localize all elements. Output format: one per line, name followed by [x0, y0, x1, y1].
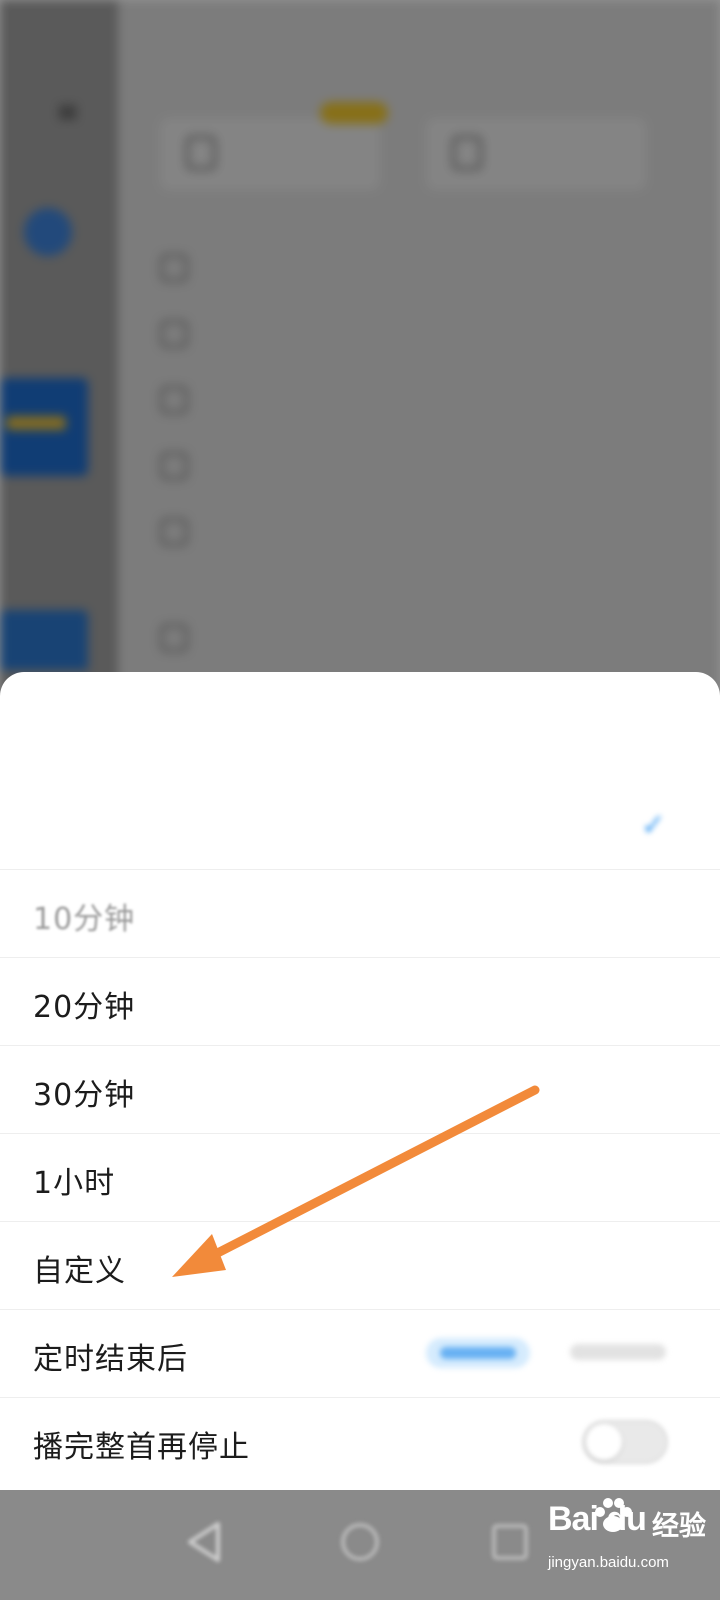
timer-option-custom[interactable]: 自定义: [0, 1222, 720, 1310]
timer-option-20min[interactable]: 20分钟: [0, 958, 720, 1046]
timer-option-10min[interactable]: 10分钟: [0, 870, 720, 958]
sheet-header: [0, 672, 720, 792]
finish-song-label: 播完整首再停止: [33, 1430, 250, 1465]
watermark-product: 经验: [652, 1511, 706, 1542]
after-timer-choice[interactable]: [570, 1344, 666, 1360]
watermark-url: jingyan.baidu.com: [548, 1554, 669, 1571]
timer-option-off[interactable]: ✓: [0, 782, 720, 870]
after-timer-label: 定时结束后: [33, 1342, 188, 1377]
finish-song-toggle[interactable]: [582, 1420, 668, 1464]
timer-option-1h[interactable]: 1小时: [0, 1134, 720, 1222]
nav-recent-icon[interactable]: [480, 1512, 540, 1572]
option-label: 30分钟: [33, 1078, 136, 1113]
option-label: 1小时: [33, 1166, 116, 1201]
option-label: 20分钟: [33, 990, 136, 1025]
option-label: 自定义: [33, 1254, 126, 1289]
check-icon: ✓: [640, 808, 666, 843]
after-timer-choice-selected[interactable]: [426, 1338, 530, 1368]
nav-back-icon[interactable]: [176, 1512, 236, 1572]
nav-home-icon[interactable]: [330, 1512, 390, 1572]
baidu-watermark: Bai du 经验 jingyan.baidu.com: [548, 1494, 718, 1594]
timer-bottom-sheet: ✓ 10分钟 20分钟 30分钟 1小时 自定义 定时结束后 播完整首再停止: [0, 672, 720, 1490]
toggle-knob: [586, 1424, 622, 1460]
after-timer-row: 定时结束后: [0, 1310, 720, 1398]
baidu-paw-icon: [595, 1498, 632, 1532]
option-label: 10分钟: [33, 902, 136, 937]
finish-song-row: 播完整首再停止: [0, 1398, 720, 1486]
timer-option-30min[interactable]: 30分钟: [0, 1046, 720, 1134]
